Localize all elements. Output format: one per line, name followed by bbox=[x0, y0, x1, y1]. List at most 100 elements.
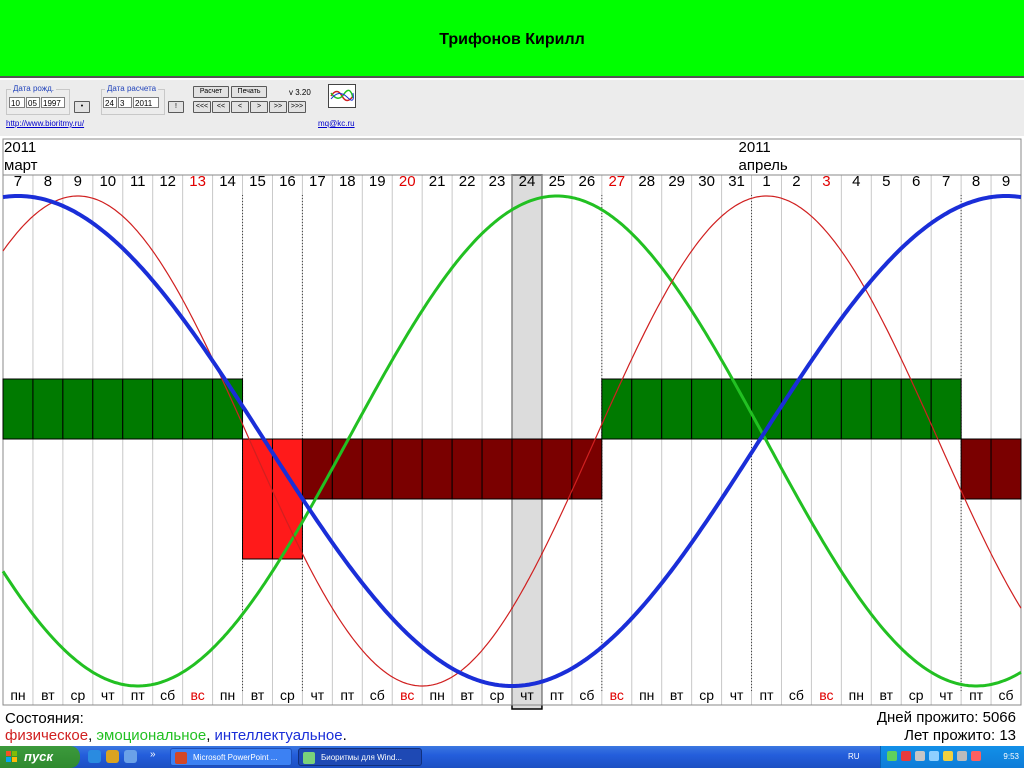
month-year-label: 2011 bbox=[739, 139, 771, 156]
legend-separator: , bbox=[88, 727, 92, 744]
weekday-label: пт bbox=[760, 687, 775, 703]
task-powerpoint[interactable]: Microsoft PowerPoint ... bbox=[170, 748, 292, 766]
calc-month-field[interactable]: 3 bbox=[118, 97, 132, 108]
month-name-label: март bbox=[4, 157, 38, 174]
state-bar-cell bbox=[661, 378, 693, 440]
tray-volume-icon[interactable] bbox=[929, 751, 939, 761]
day-number-label: 15 bbox=[249, 173, 266, 190]
states-label: Состояния: bbox=[5, 710, 84, 727]
quicklaunch-chevron-icon[interactable]: » bbox=[150, 746, 156, 764]
powerpoint-icon bbox=[175, 752, 187, 764]
day-number-label: 20 bbox=[399, 173, 416, 190]
state-bar-cell bbox=[870, 378, 902, 440]
day-number-label: 31 bbox=[728, 173, 745, 190]
tray-security-icon[interactable] bbox=[943, 751, 953, 761]
day-number-label: 8 bbox=[44, 173, 52, 190]
day-number-label: 7 bbox=[14, 173, 22, 190]
calc-date-picker-button[interactable]: ! bbox=[168, 101, 184, 113]
day-number-label: 11 bbox=[130, 173, 146, 190]
weekday-label: ср bbox=[699, 687, 714, 703]
weekday-label: вс bbox=[400, 687, 414, 703]
weekday-label: вт bbox=[670, 687, 684, 703]
state-bar-cell bbox=[391, 438, 423, 500]
nav-back-button[interactable]: < bbox=[231, 101, 249, 113]
taskbar: пуск » Microsoft PowerPoint ... Биоритмы… bbox=[0, 746, 1024, 768]
calc-year-field[interactable]: 2011 bbox=[133, 97, 159, 108]
state-bar-cell bbox=[840, 378, 872, 440]
windows-logo-icon bbox=[6, 751, 18, 763]
weekday-label: ср bbox=[280, 687, 295, 703]
desktop-icon[interactable] bbox=[124, 750, 137, 763]
day-number-label: 22 bbox=[459, 173, 476, 190]
site-link[interactable]: http://www.bioritmy.ru/ bbox=[6, 119, 84, 128]
state-bar-cell bbox=[571, 438, 603, 500]
calculate-button[interactable]: Расчет bbox=[193, 86, 229, 98]
tray-app-icon[interactable] bbox=[887, 751, 897, 761]
tray-network-icon[interactable] bbox=[915, 751, 925, 761]
years-lived: Лет прожито: 13 bbox=[904, 727, 1016, 744]
state-bar-cell bbox=[631, 378, 663, 440]
day-number-label: 24 bbox=[519, 173, 536, 190]
state-bar-cell bbox=[421, 438, 453, 500]
state-bar-cell bbox=[212, 378, 244, 440]
day-number-label: 25 bbox=[549, 173, 566, 190]
day-number-label: 13 bbox=[189, 173, 206, 190]
clock: 9:53 bbox=[1003, 752, 1019, 761]
birth-year-field[interactable]: 1997 bbox=[41, 97, 65, 108]
day-number-label: 12 bbox=[159, 173, 176, 190]
biorhythm-app-icon bbox=[303, 752, 315, 764]
day-number-label: 27 bbox=[608, 173, 625, 190]
biorhythm-logo-icon[interactable] bbox=[328, 84, 356, 108]
birth-day-field[interactable]: 10 bbox=[9, 97, 25, 108]
day-number-label: 17 bbox=[309, 173, 326, 190]
ie-icon[interactable] bbox=[88, 750, 101, 763]
tray-misc-icon[interactable] bbox=[971, 751, 981, 761]
tray-update-icon[interactable] bbox=[957, 751, 967, 761]
state-bar-cell bbox=[601, 378, 633, 440]
legend-separator: , bbox=[206, 727, 210, 744]
weekday-label: сб bbox=[160, 687, 175, 703]
state-bar-cell bbox=[930, 378, 962, 440]
weekday-label: сб bbox=[789, 687, 804, 703]
day-number-label: 1 bbox=[762, 173, 770, 190]
day-number-label: 6 bbox=[912, 173, 920, 190]
language-indicator[interactable]: RU bbox=[848, 746, 860, 768]
tray-alert-icon[interactable] bbox=[901, 751, 911, 761]
toolbar: Дата рожд. 10 05 1997 • Дата расчета 24 … bbox=[0, 80, 1024, 136]
nav-forward-button[interactable]: > bbox=[250, 101, 268, 113]
state-bar-cell bbox=[301, 438, 333, 500]
state-bar-cell bbox=[990, 438, 1022, 500]
mail-link[interactable]: mq@kc.ru bbox=[318, 119, 355, 128]
system-tray: 9:53 bbox=[880, 746, 1024, 768]
title-divider bbox=[0, 76, 1024, 78]
day-number-label: 4 bbox=[852, 173, 860, 190]
task-biorhythms-label: Биоритмы для Wind... bbox=[321, 753, 403, 762]
nav-back-far-button[interactable]: <<< bbox=[193, 101, 211, 113]
day-number-label: 14 bbox=[219, 173, 236, 190]
state-bar-cell bbox=[780, 378, 812, 440]
state-bar-cell bbox=[900, 378, 932, 440]
weekday-label: чт bbox=[101, 687, 115, 703]
state-bar-cell bbox=[122, 378, 154, 440]
day-number-label: 5 bbox=[882, 173, 890, 190]
state-bar-cell bbox=[182, 378, 214, 440]
birth-date-picker-button[interactable]: • bbox=[74, 101, 90, 113]
weekday-label: вт bbox=[460, 687, 474, 703]
weekday-label: пн bbox=[220, 687, 235, 703]
nav-back-more-button[interactable]: << bbox=[212, 101, 230, 113]
day-number-label: 21 bbox=[429, 173, 446, 190]
task-biorhythms[interactable]: Биоритмы для Wind... bbox=[298, 748, 422, 766]
start-button[interactable]: пуск bbox=[0, 746, 80, 768]
nav-forward-far-button[interactable]: >>> bbox=[288, 101, 306, 113]
days-lived: Дней прожито: 5066 bbox=[877, 709, 1016, 726]
nav-forward-more-button[interactable]: >> bbox=[269, 101, 287, 113]
weekday-label: пт bbox=[550, 687, 565, 703]
explorer-icon[interactable] bbox=[106, 750, 119, 763]
calc-day-field[interactable]: 24 bbox=[103, 97, 117, 108]
print-button[interactable]: Печать bbox=[231, 86, 267, 98]
legend-intellectual: интеллектуальное bbox=[215, 727, 343, 744]
birth-month-field[interactable]: 05 bbox=[26, 97, 40, 108]
weekday-label: вт bbox=[251, 687, 265, 703]
weekday-label: вс bbox=[610, 687, 624, 703]
day-number-label: 3 bbox=[822, 173, 830, 190]
